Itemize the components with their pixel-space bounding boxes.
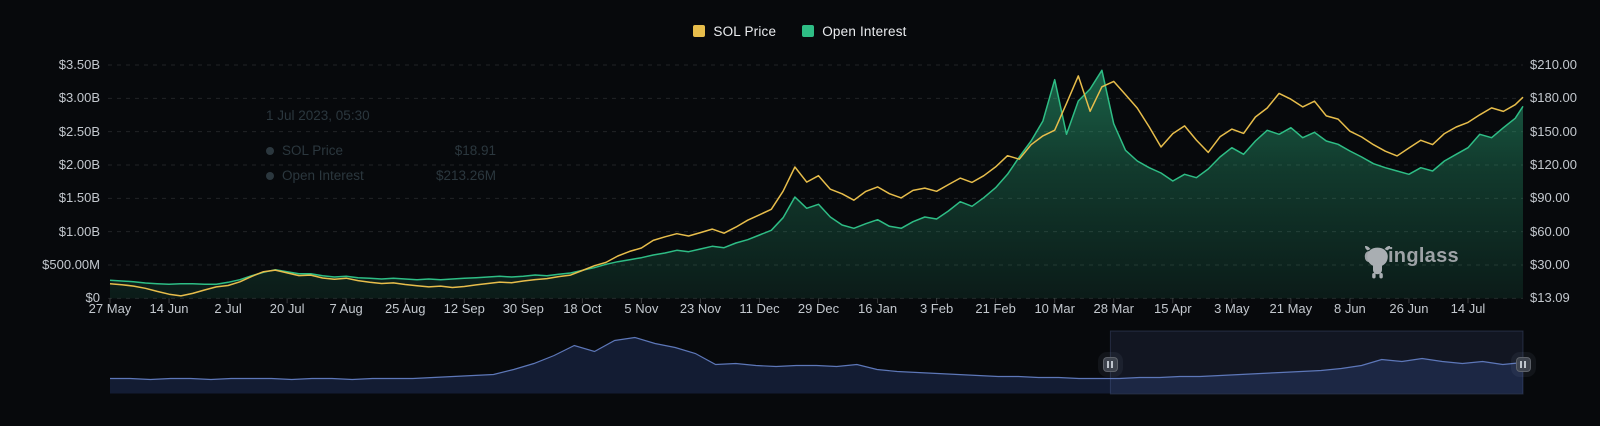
x-axis-label: 16 Jan (846, 301, 910, 316)
x-axis-label: 23 Nov (668, 301, 732, 316)
left-axis-label: $2.00B (28, 157, 100, 173)
navigator-handle-right[interactable] (1516, 357, 1531, 372)
right-axis-label: $150.00 (1530, 124, 1577, 140)
x-axis-label: 11 Dec (727, 301, 791, 316)
open-interest-area (110, 70, 1523, 298)
x-axis-label: 20 Jul (255, 301, 319, 316)
right-axis-label: $180.00 (1530, 90, 1577, 106)
x-axis-label: 15 Apr (1141, 301, 1205, 316)
x-axis-label: 25 Aug (373, 301, 437, 316)
right-axis-label: $210.00 (1530, 57, 1577, 73)
x-axis-label: 10 Mar (1023, 301, 1087, 316)
x-axis-label: 28 Mar (1082, 301, 1146, 316)
x-axis-label: 30 Sep (491, 301, 555, 316)
left-axis-label: $500.00M (28, 257, 100, 273)
x-axis-label: 5 Nov (609, 301, 673, 316)
x-axis-label: 2 Jul (196, 301, 260, 316)
left-axis-label: $1.50B (28, 190, 100, 206)
x-axis-label: 21 May (1259, 301, 1323, 316)
right-axis-min-label: $13.09 (1530, 290, 1570, 306)
x-axis-label: 3 May (1200, 301, 1264, 316)
x-axis-label: 8 Jun (1318, 301, 1382, 316)
x-axis-label: 14 Jun (137, 301, 201, 316)
x-axis-label: 3 Feb (905, 301, 969, 316)
x-axis-label: 29 Dec (787, 301, 851, 316)
x-axis-label: 12 Sep (432, 301, 496, 316)
sol-price-swatch-icon (693, 25, 705, 37)
legend-item-sol-price[interactable]: SOL Price (693, 24, 776, 39)
chart-panel: SOL Price Open Interest $3.50B $3.00B $2.5… (0, 0, 1600, 426)
left-axis-label: $3.00B (28, 90, 100, 106)
x-axis-label: 26 Jun (1377, 301, 1441, 316)
legend-item-open-interest[interactable]: Open Interest (802, 24, 906, 39)
left-axis-label: $2.50B (28, 124, 100, 140)
right-axis-label: $90.00 (1530, 190, 1570, 206)
chart-canvas[interactable] (0, 0, 1600, 426)
legend-label: Open Interest (822, 24, 906, 39)
x-axis-label: 14 Jul (1436, 301, 1500, 316)
x-axis-label: 27 May (78, 301, 142, 316)
x-axis-label: 7 Aug (314, 301, 378, 316)
right-axis-label: $30.00 (1530, 257, 1570, 273)
navigator-selection[interactable] (1110, 331, 1523, 394)
right-axis-label: $120.00 (1530, 157, 1577, 173)
chart-legend: SOL Price Open Interest (0, 22, 1600, 40)
navigator-handle-left[interactable] (1103, 357, 1118, 372)
x-axis-label: 18 Oct (550, 301, 614, 316)
legend-label: SOL Price (713, 24, 776, 39)
right-axis-label: $60.00 (1530, 224, 1570, 240)
left-axis-label: $3.50B (28, 57, 100, 73)
open-interest-swatch-icon (802, 25, 814, 37)
x-axis-label: 21 Feb (964, 301, 1028, 316)
left-axis-label: $1.00B (28, 224, 100, 240)
